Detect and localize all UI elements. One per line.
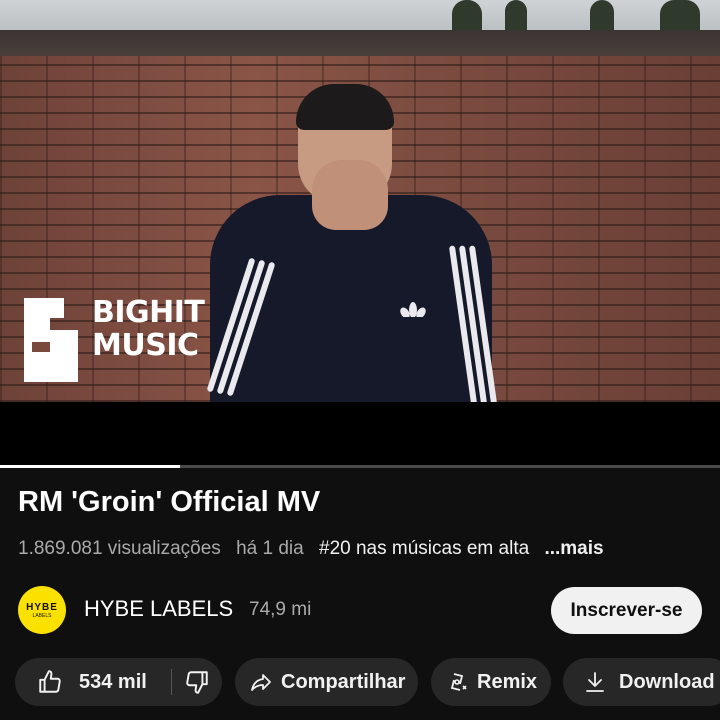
download-icon	[586, 672, 604, 692]
avatar-text-line2: LABELS	[32, 612, 52, 619]
subscriber-count: 74,9 mi	[249, 599, 312, 620]
like-count: 534 mil	[79, 670, 147, 693]
share-icon	[251, 674, 271, 691]
channel-avatar[interactable]: HYBE LABELS	[18, 586, 66, 634]
trefoil-logo-icon	[400, 302, 426, 319]
logo-line-1: BIGHIT	[92, 295, 205, 330]
share-button[interactable]: Compartilhar	[235, 658, 418, 706]
bighit-music-logo-mark	[24, 298, 78, 382]
download-button[interactable]: Download	[563, 658, 720, 706]
subscribe-button[interactable]: Inscrever-se	[551, 587, 702, 634]
thumbs-down-icon	[186, 671, 208, 694]
view-count: 1.869.081 visualizações	[18, 538, 221, 559]
action-bar: 534 mil Compartilhar Remix Download	[0, 658, 720, 708]
remix-icon	[450, 673, 467, 691]
remix-button[interactable]: Remix	[431, 658, 551, 706]
video-person-hand	[312, 160, 388, 230]
logo-line-2: MUSIC	[92, 328, 199, 363]
jacket-stripe	[216, 259, 266, 395]
download-label: Download	[619, 670, 715, 693]
like-dislike-chip: 534 mil	[15, 658, 222, 706]
channel-row: HYBE LABELS HYBE LABELS 74,9 mi Inscreve…	[0, 584, 720, 638]
avatar-text-line1: HYBE	[26, 601, 58, 613]
like-button[interactable]: 534 mil	[15, 658, 147, 706]
video-meta[interactable]: 1.869.081 visualizações há 1 dia #20 nas…	[18, 538, 718, 560]
video-player[interactable]: BIGHIT MUSIC	[0, 0, 720, 468]
video-title: RM 'Groin' Official MV	[18, 486, 321, 518]
trending-rank[interactable]: #20 nas músicas em alta	[319, 538, 529, 559]
progress-bar[interactable]	[0, 465, 720, 468]
video-frame: BIGHIT MUSIC	[0, 0, 720, 402]
video-wall-cap	[0, 30, 720, 56]
share-label: Compartilhar	[281, 670, 406, 693]
more-link[interactable]: ...mais	[544, 538, 603, 559]
upload-age: há 1 dia	[236, 538, 304, 559]
progress-bar-fill	[0, 465, 180, 468]
channel-name[interactable]: HYBE LABELS	[84, 596, 233, 622]
thumbs-up-icon	[39, 670, 61, 693]
jacket-stripe	[226, 261, 276, 397]
remix-label: Remix	[477, 670, 538, 693]
dislike-button[interactable]	[172, 658, 222, 706]
bighit-music-logo-text: BIGHIT MUSIC	[92, 296, 212, 362]
